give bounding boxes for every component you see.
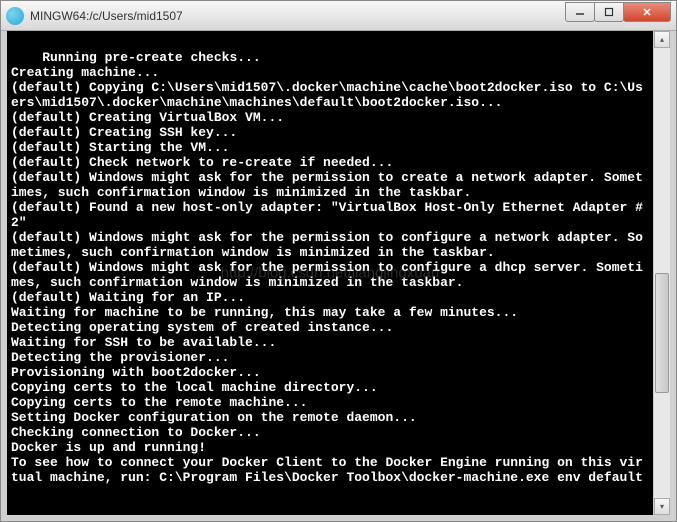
maximize-button[interactable] bbox=[594, 2, 624, 22]
maximize-icon bbox=[604, 7, 614, 17]
terminal-output[interactable]: Running pre-create checks... Creating ma… bbox=[7, 31, 653, 515]
minimize-button[interactable] bbox=[565, 2, 595, 22]
scroll-up-button[interactable]: ▴ bbox=[654, 31, 670, 48]
close-button[interactable] bbox=[623, 2, 671, 22]
chevron-up-icon: ▴ bbox=[660, 35, 664, 44]
vertical-scrollbar[interactable]: ▴ ▾ bbox=[653, 31, 670, 515]
title-bar[interactable]: MINGW64:/c/Users/mid1507 bbox=[1, 1, 676, 31]
minimize-icon bbox=[575, 7, 585, 17]
scrollbar-thumb[interactable] bbox=[655, 273, 669, 393]
scrollbar-track[interactable] bbox=[654, 48, 670, 498]
scroll-down-button[interactable]: ▾ bbox=[654, 498, 670, 515]
close-icon bbox=[642, 7, 652, 17]
app-icon bbox=[6, 7, 24, 25]
watermark-text: http://blog.csdn.net/liangjingxuan bbox=[221, 266, 440, 281]
chevron-down-icon: ▾ bbox=[660, 502, 664, 511]
terminal-container: Running pre-create checks... Creating ma… bbox=[7, 31, 670, 515]
window-controls bbox=[566, 2, 671, 22]
